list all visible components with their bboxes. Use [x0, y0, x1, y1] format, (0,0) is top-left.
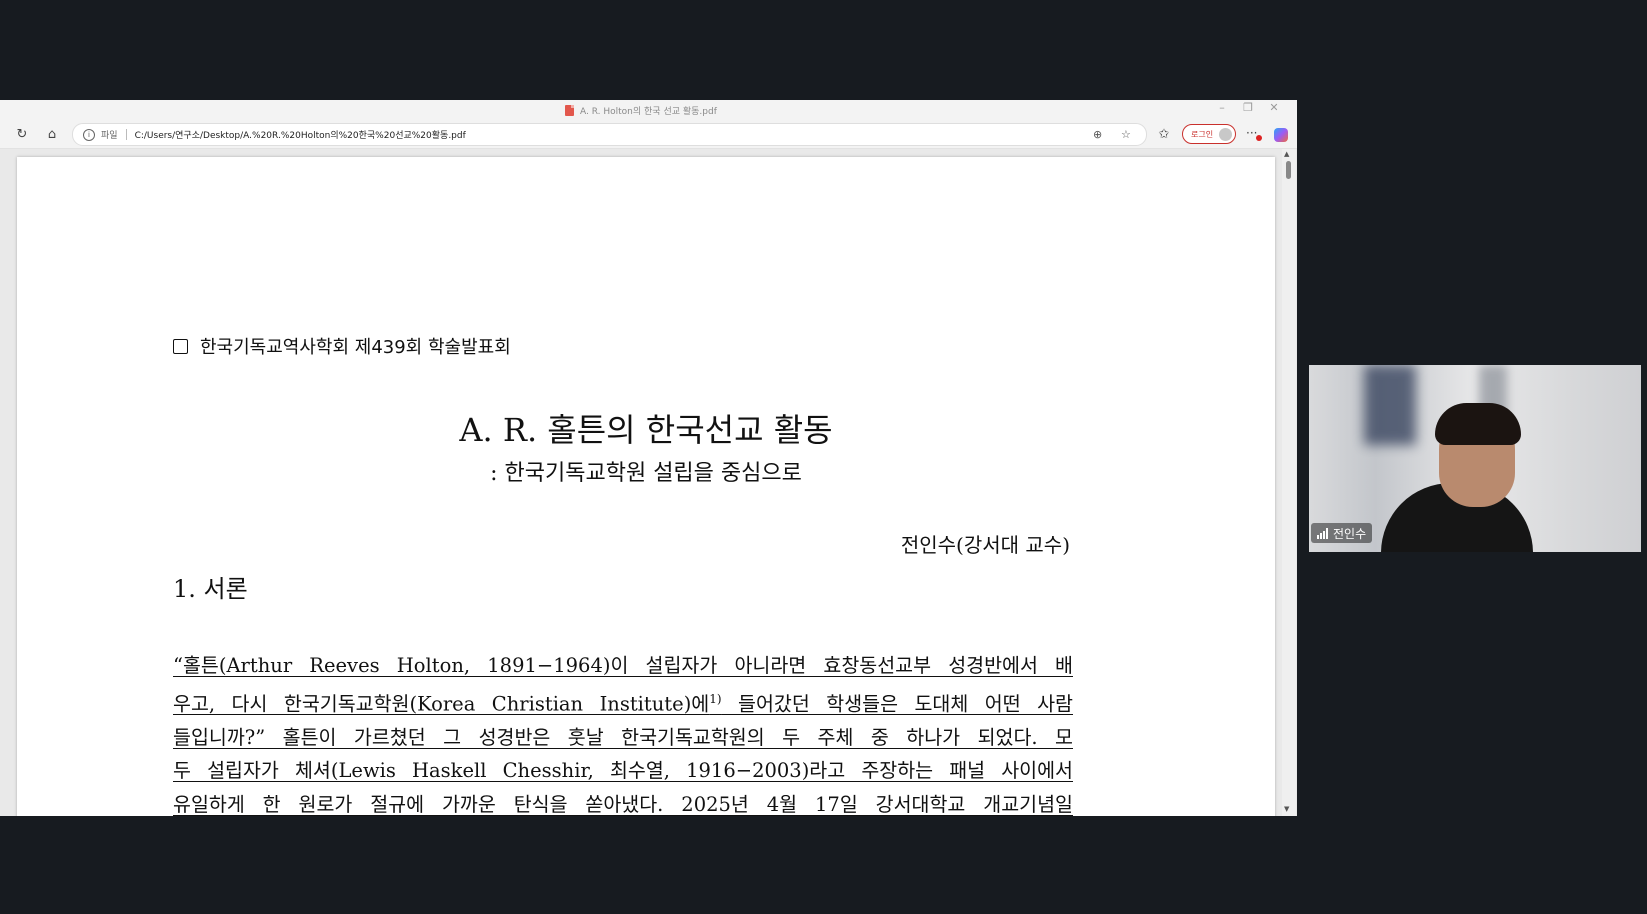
login-label: 로그인 — [1191, 129, 1214, 139]
signal-strength-icon — [1317, 527, 1328, 539]
restore-button[interactable]: ❐ — [1239, 101, 1257, 114]
star-icon[interactable]: ☆ — [1121, 124, 1131, 145]
refresh-icon[interactable]: ↻ — [12, 124, 32, 144]
notification-badge — [1256, 135, 1262, 141]
paragraph-line: 두 설립자가 체셔(Lewis Haskell Chesshir, 최수열, 1… — [173, 759, 1073, 783]
favorites-icon[interactable]: ✩ — [1154, 124, 1174, 144]
body-paragraph: “홀튼(Arthur Reeves Holton, 1891−1964)이 설립… — [173, 649, 1073, 816]
vertical-scrollbar[interactable]: ▲ ▼ — [1282, 149, 1296, 816]
address-bar[interactable]: i 파일 C:/Users/연구소/Desktop/A.%20R.%20Holt… — [72, 123, 1147, 146]
home-icon[interactable]: ⌂ — [42, 124, 62, 144]
paragraph-line-text: 우고, 다시 한국기독교학원(Korea Christian Institute… — [173, 692, 710, 716]
minimize-button[interactable]: – — [1213, 101, 1231, 114]
participant-name: 전인수 — [1333, 526, 1367, 541]
participant-video-tile[interactable]: 전인수 — [1309, 365, 1641, 552]
pdf-file-icon — [565, 105, 574, 116]
window-title: A. R. Holton의 한국 선교 활동.pdf — [565, 104, 717, 117]
paragraph-line: 들입니까?” 홀튼이 가르쳤던 그 성경반은 훗날 한국기독교학원의 두 주체 … — [173, 725, 1073, 749]
scroll-up-icon[interactable]: ▲ — [1284, 150, 1289, 158]
participant-name-tag: 전인수 — [1311, 523, 1373, 543]
paragraph-line: 우고, 다시 한국기독교학원(Korea Christian Institute… — [173, 683, 1073, 721]
profile-avatar-icon — [1219, 127, 1232, 141]
more-menu-button[interactable]: ··· — [1246, 126, 1262, 141]
background-object — [1364, 365, 1416, 445]
pdf-page: 한국기독교역사학회 제439회 학술발표회 A. R. 홀튼의 한국선교 활동 … — [17, 157, 1275, 816]
footnote-marker[interactable]: 1) — [709, 692, 721, 706]
conference-header: 한국기독교역사학회 제439회 학술발표회 — [173, 333, 511, 359]
participant-hair — [1435, 403, 1521, 445]
browser-window: A. R. Holton의 한국 선교 활동.pdf – ❐ ✕ ↻ ⌂ i 파… — [0, 100, 1297, 816]
scrollbar-thumb[interactable] — [1286, 161, 1291, 179]
copilot-icon[interactable] — [1274, 128, 1288, 142]
section-heading: 1. 서론 — [173, 575, 248, 603]
document-subtitle: : 한국기독교학원 설립을 중심으로 — [490, 461, 802, 486]
paragraph-line: “홀튼(Arthur Reeves Holton, 1891−1964)이 설립… — [173, 654, 1073, 677]
browser-toolbar: ↻ ⌂ i 파일 C:/Users/연구소/Desktop/A.%20R.%20… — [0, 120, 1297, 149]
document-author: 전인수(강서대 교수) — [900, 533, 1070, 557]
address-separator — [125, 129, 127, 140]
address-scheme: 파일 — [101, 131, 118, 141]
address-url[interactable]: C:/Users/연구소/Desktop/A.%20R.%20Holton의%2… — [135, 128, 466, 141]
paragraph-line: 유일하게 한 원로가 절규에 가까운 탄식을 쏟아냈다. 2025년 4월 17… — [173, 792, 1073, 816]
close-button[interactable]: ✕ — [1265, 101, 1283, 114]
conference-header-text: 한국기독교역사학회 제439회 학술발표회 — [200, 337, 511, 358]
checkbox-square-icon — [173, 338, 188, 354]
zoom-icon[interactable]: ⊕ — [1093, 124, 1102, 145]
pdf-viewer[interactable]: 한국기독교역사학회 제439회 학술발표회 A. R. 홀튼의 한국선교 활동 … — [0, 149, 1297, 816]
title-bar: A. R. Holton의 한국 선교 활동.pdf – ❐ ✕ — [0, 100, 1297, 120]
info-icon[interactable]: i — [83, 128, 95, 141]
scroll-down-icon[interactable]: ▼ — [1284, 805, 1289, 813]
window-title-text: A. R. Holton의 한국 선교 활동.pdf — [580, 107, 717, 117]
document-title: A. R. 홀튼의 한국선교 활동 — [459, 411, 833, 449]
paragraph-line-tail: 들어갔던 학생들은 도대체 어떤 사람 — [721, 692, 1073, 716]
login-button[interactable]: 로그인 — [1182, 124, 1236, 144]
